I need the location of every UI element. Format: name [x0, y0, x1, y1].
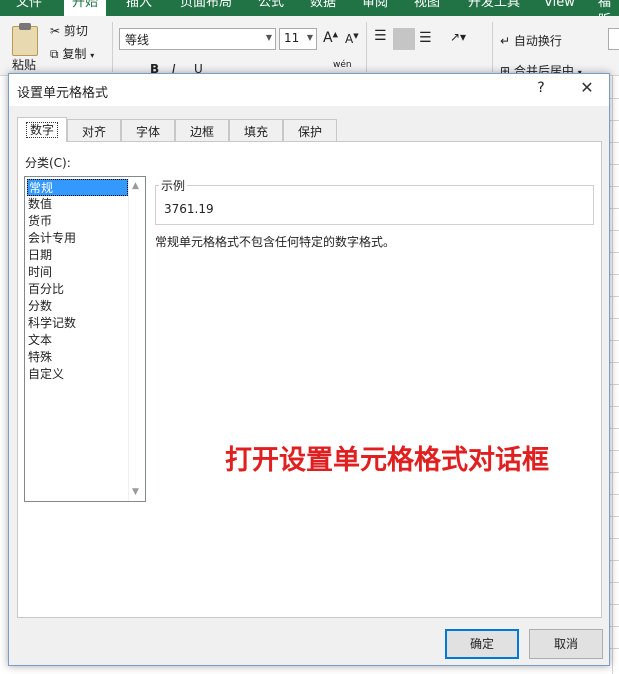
font-size-select[interactable]: 11 ▼	[279, 28, 317, 50]
cancel-button[interactable]: 取消	[529, 629, 603, 659]
list-item[interactable]: 时间	[27, 264, 128, 281]
format-description: 常规单元格格式不包含任何特定的数字格式。	[155, 235, 396, 249]
list-item[interactable]: 特殊	[27, 349, 128, 366]
ribbon-tab-home[interactable]: 开始	[64, 0, 107, 16]
chevron-down-icon: ▼	[306, 33, 313, 42]
list-item[interactable]: 自定义	[27, 366, 128, 383]
ribbon-tab-formulas[interactable]: 公式	[258, 0, 284, 12]
list-item[interactable]: 会计专用	[27, 230, 128, 247]
tab-number-label: 数字	[25, 122, 58, 138]
copy-icon: ⧉	[50, 47, 59, 61]
ribbon-tab-bar: 文件 开始 插入 页面布局 公式 数据 审阅 视图 开发工具 View 福昕	[0, 0, 619, 16]
ribbon-tab-view[interactable]: 视图	[414, 0, 440, 12]
sample-value: 3761.19	[164, 202, 214, 216]
align-top-icon[interactable]: ☰	[374, 28, 387, 44]
font-name-select[interactable]: 等线 ▼	[119, 28, 276, 50]
shrink-font-button[interactable]: A▼	[345, 32, 359, 46]
dialog-titlebar[interactable]: 设置单元格格式 ? ✕	[9, 74, 609, 106]
ribbon-tab-view-en[interactable]: View	[544, 0, 575, 12]
tab-font[interactable]: 字体	[121, 119, 175, 141]
font-name-value: 等线	[125, 33, 150, 47]
category-listbox[interactable]: 常规 数值 货币 会计专用 日期 时间 百分比 分数 科学记数 文本 特殊 自定…	[24, 176, 146, 502]
list-item[interactable]: 日期	[27, 247, 128, 264]
orientation-icon[interactable]: ↗▾	[450, 30, 466, 44]
tab-fill[interactable]: 填充	[229, 119, 283, 141]
divider	[366, 22, 367, 72]
help-button[interactable]: ?	[529, 80, 553, 100]
font-size-value: 11	[284, 31, 300, 45]
phonetic-button[interactable]: wén	[333, 60, 352, 70]
red-annotation-caption: 打开设置单元格格式对话框	[225, 445, 549, 476]
copy-button[interactable]: ⧉ 复制 ▾	[50, 45, 94, 62]
ribbon-tab-page-layout[interactable]: 页面布局	[180, 0, 232, 12]
ribbon-tab-review[interactable]: 审阅	[362, 0, 388, 12]
list-item[interactable]: 百分比	[27, 281, 128, 298]
wrap-text-label: 自动换行	[513, 34, 562, 48]
grow-font-button[interactable]: A▲	[323, 30, 338, 46]
list-item[interactable]: 常规	[27, 179, 128, 196]
cut-button[interactable]: ✂ 剪切	[50, 22, 88, 39]
chevron-down-icon: ▾	[90, 51, 95, 60]
scroll-down-icon[interactable]: ▼	[132, 487, 139, 497]
gridline	[612, 76, 613, 674]
tab-number[interactable]: 数字	[17, 117, 67, 142]
ribbon-tab-insert[interactable]: 插入	[126, 0, 152, 12]
list-item[interactable]: 数值	[27, 196, 128, 213]
close-icon[interactable]: ✕	[574, 78, 600, 102]
tab-alignment[interactable]: 对齐	[67, 119, 121, 141]
list-item[interactable]: 货币	[27, 213, 128, 230]
wrap-text-button[interactable]: ↵ 自动换行	[500, 32, 562, 49]
list-scrollbar[interactable]: ▲ ▼	[128, 177, 145, 501]
divider	[112, 22, 113, 72]
scissors-icon: ✂	[50, 24, 61, 38]
paste-icon[interactable]	[12, 23, 38, 56]
copy-label: 复制	[62, 47, 87, 61]
list-item[interactable]: 科学记数	[27, 315, 128, 332]
category-label: 分类(C):	[25, 156, 71, 170]
dialog-title: 设置单元格格式	[17, 86, 109, 101]
sample-label: 示例	[159, 177, 188, 194]
tab-border[interactable]: 边框	[175, 119, 229, 141]
align-bottom-icon[interactable]: ☰	[419, 30, 432, 46]
list-item[interactable]: 文本	[27, 332, 128, 349]
divider	[492, 22, 493, 72]
ribbon-tab-file[interactable]: 文件	[16, 0, 42, 12]
number-tab-panel: 分类(C): 常规 数值 货币 会计专用 日期 时间 百分比 分数 科学记数 文…	[17, 141, 602, 618]
chevron-down-icon: ▼	[265, 33, 272, 42]
list-item[interactable]: 分数	[27, 298, 128, 315]
paste-button[interactable]: 粘贴	[12, 56, 36, 73]
sample-group: 示例 3761.19	[155, 177, 594, 225]
wrap-icon: ↵	[500, 34, 511, 48]
format-cells-dialog: 设置单元格格式 ? ✕ 数字 对齐 字体 边框 填充 保护 分类(C): 常规 …	[8, 73, 610, 666]
ribbon-tab-data[interactable]: 数据	[310, 0, 336, 12]
ok-button[interactable]: 确定	[445, 629, 519, 659]
ribbon-tab-foxit[interactable]: 福昕	[598, 0, 619, 16]
scroll-up-icon[interactable]: ▲	[132, 181, 139, 191]
ribbon: 粘贴 ✂ 剪切 ⧉ 复制 ▾ 等线 ▼ 11 ▼ A▲ A▼ B I U wén ☰…	[0, 16, 619, 78]
tab-protection[interactable]: 保护	[283, 119, 337, 141]
cut-label: 剪切	[63, 24, 88, 38]
number-format-select[interactable]	[608, 28, 619, 50]
align-middle-button[interactable]	[393, 28, 415, 50]
ribbon-tab-developer[interactable]: 开发工具	[468, 0, 520, 12]
